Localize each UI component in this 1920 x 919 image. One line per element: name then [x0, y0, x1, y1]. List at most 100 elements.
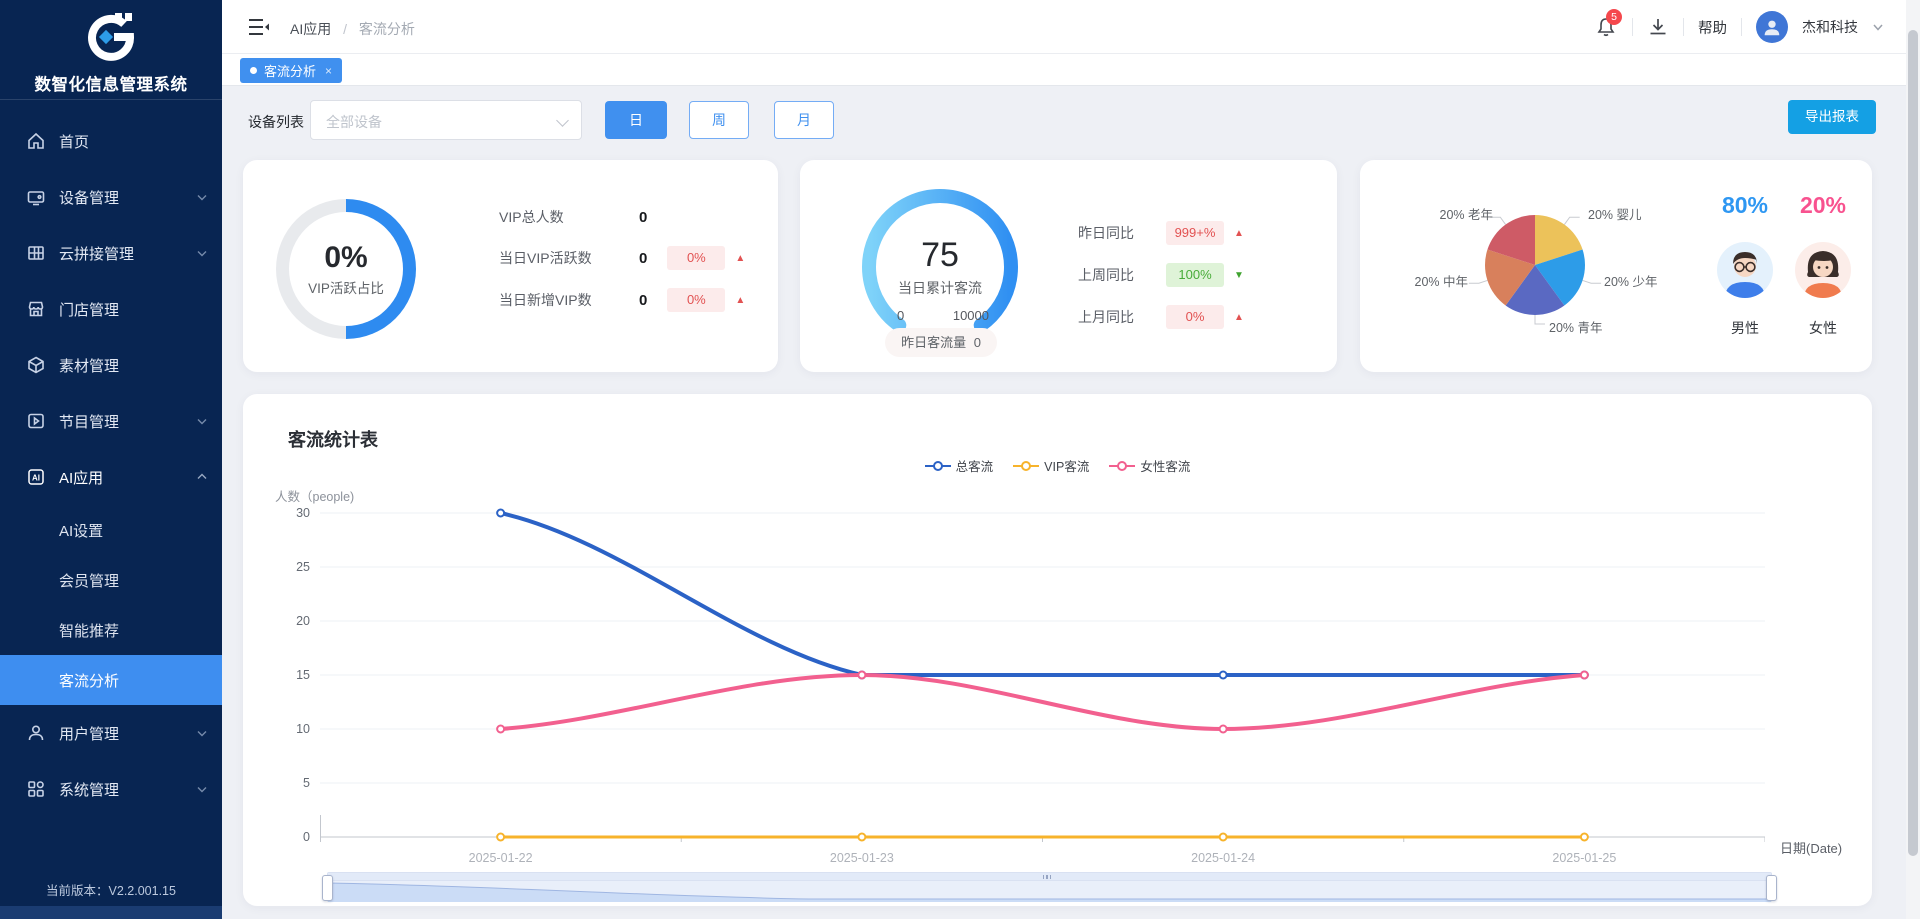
top-header: AI应用 / 客流分析 5 帮助 杰和科技	[222, 0, 1920, 54]
sidebar-item-splicing[interactable]: 云拼接管理	[0, 225, 222, 281]
sidebar-subitem-recommend[interactable]: 智能推荐	[0, 605, 222, 655]
stat-label: 上周同比	[1078, 265, 1158, 285]
sidebar-item-system[interactable]: 系统管理	[0, 761, 222, 817]
menu-collapse-icon[interactable]	[248, 17, 270, 37]
legend-item[interactable]: VIP客流	[1013, 456, 1089, 475]
sidebar-item-materials[interactable]: 素材管理	[0, 337, 222, 393]
sidebar-subitem-label: 智能推荐	[59, 620, 119, 641]
y-tick-label: 10	[270, 721, 310, 737]
sidebar-subitem-ai-settings[interactable]: AI设置	[0, 505, 222, 555]
divider	[1632, 18, 1633, 36]
male-label: 男性	[1700, 318, 1790, 338]
svg-text:AI: AI	[32, 474, 40, 483]
device-icon	[26, 187, 46, 207]
female-percent: 20%	[1778, 192, 1868, 219]
gauge-max: 10000	[953, 308, 989, 323]
main-area: AI应用 / 客流分析 5 帮助 杰和科技	[222, 0, 1920, 919]
tab-strip: 客流分析 ×	[222, 54, 1920, 86]
legend-line-icon	[925, 460, 951, 472]
sidebar-item-label: 云拼接管理	[59, 243, 134, 264]
female-avatar	[1795, 242, 1851, 298]
play-square-icon	[26, 411, 46, 431]
y-tick-label: 20	[270, 613, 310, 629]
user-icon	[26, 723, 46, 743]
pie-label-youth: 20% 青年	[1549, 317, 1603, 336]
scrollbar-thumb[interactable]	[1908, 30, 1918, 856]
pie-label-middle-aged: 20% 中年	[1360, 271, 1468, 290]
vip-ring-center: 0% VIP活跃占比	[289, 212, 403, 326]
trend-badge: 999+%	[1166, 221, 1224, 245]
demographics-card: 20% 老年 20% 婴儿 20% 中年 20% 少年 20% 青年 80% 男…	[1360, 160, 1872, 372]
male-avatar	[1717, 242, 1773, 298]
avatar-person-icon	[1761, 16, 1783, 38]
legend-line-icon	[1013, 460, 1039, 472]
datazoom-move-handle[interactable]	[328, 873, 1771, 881]
sidebar-subitem-label: AI设置	[59, 520, 103, 541]
tab-flow-analysis[interactable]: 客流分析 ×	[240, 58, 342, 83]
daily-flow-card: 75 当日累计客流 0 10000 昨日客流量 0 昨日同比 999+% ▲ 上…	[800, 160, 1337, 372]
trend-badge: 100%	[1166, 263, 1224, 287]
tab-close-icon[interactable]: ×	[325, 64, 332, 78]
trend-badge: 0%	[667, 246, 725, 270]
notification-button[interactable]: 5	[1594, 15, 1618, 39]
trend-arrow-icon: ▲	[735, 253, 745, 264]
app-title: 数智化信息管理系统	[0, 71, 222, 95]
ai-icon: AI	[26, 467, 46, 487]
device-select[interactable]: 全部设备	[310, 100, 582, 140]
datazoom-left-handle[interactable]	[322, 875, 333, 901]
home-icon	[26, 131, 46, 151]
sidebar-item-stores[interactable]: 门店管理	[0, 281, 222, 337]
export-report-button[interactable]: 导出报表	[1788, 100, 1876, 134]
breadcrumb: AI应用 / 客流分析	[290, 19, 415, 39]
pie-label-infant: 20% 婴儿	[1588, 204, 1642, 223]
daily-flow-value: 75	[890, 236, 990, 275]
stat-row: 当日VIP活跃数 0 0% ▲	[499, 246, 759, 270]
chevron-down-icon	[196, 415, 208, 427]
sidebar-subitem-label: 客流分析	[59, 670, 119, 691]
avatar[interactable]	[1756, 11, 1788, 43]
sidebar-item-users[interactable]: 用户管理	[0, 705, 222, 761]
male-percent: 80%	[1700, 192, 1790, 219]
datazoom-right-handle[interactable]	[1766, 875, 1777, 901]
y-tick-label: 15	[270, 667, 310, 683]
pill-label: 昨日客流量	[901, 335, 966, 350]
sidebar-menu: 首页 设备管理 云拼接管理 门店管理 素材管理 节目管	[0, 113, 222, 817]
x-axis-name: 日期(Date)	[1780, 838, 1842, 857]
legend-item[interactable]: 总客流	[925, 456, 994, 475]
sidebar-item-label: 用户管理	[59, 723, 119, 744]
period-week-button[interactable]: 周	[689, 101, 749, 139]
chevron-up-icon	[196, 471, 208, 483]
datazoom-slider[interactable]	[327, 872, 1772, 902]
sidebar-item-ai[interactable]: AI AI应用	[0, 449, 222, 505]
scrollbar-track	[1906, 0, 1920, 919]
x-tick-label: 2025-01-22	[446, 851, 556, 865]
pill-value: 0	[974, 335, 981, 350]
sidebar-item-programs[interactable]: 节目管理	[0, 393, 222, 449]
period-day-button[interactable]: 日	[605, 101, 667, 139]
period-month-button[interactable]: 月	[774, 101, 834, 139]
stat-label: 当日新增VIP数	[499, 290, 624, 310]
flow-statistics-card: 客流统计表 总客流VIP客流女性客流 人数（people) 3025201510…	[243, 394, 1872, 906]
legend-item[interactable]: 女性客流	[1109, 456, 1190, 475]
company-name[interactable]: 杰和科技	[1802, 17, 1858, 37]
notification-badge: 5	[1606, 9, 1622, 25]
help-link[interactable]: 帮助	[1698, 17, 1727, 38]
tab-active-dot	[250, 67, 257, 74]
chevron-down-icon[interactable]	[1872, 21, 1884, 33]
legend-label: 总客流	[956, 456, 994, 475]
sidebar-subitem-members[interactable]: 会员管理	[0, 555, 222, 605]
x-tick-label: 2025-01-23	[807, 851, 917, 865]
vip-ring-chart: 0% VIP活跃占比	[276, 199, 416, 339]
breadcrumb-parent[interactable]: AI应用	[290, 21, 331, 37]
download-icon[interactable]	[1647, 16, 1669, 38]
sidebar-item-devices[interactable]: 设备管理	[0, 169, 222, 225]
sidebar-subitem-flow-analysis[interactable]: 客流分析	[0, 655, 222, 705]
sidebar-item-home[interactable]: 首页	[0, 113, 222, 169]
trend-arrow-icon: ▲	[735, 295, 745, 306]
sidebar-item-label: AI应用	[59, 467, 103, 488]
stat-row: 当日新增VIP数 0 0% ▲	[499, 288, 759, 312]
pie-label-elderly: 20% 老年	[1360, 204, 1493, 223]
header-actions: 5 帮助 杰和科技	[1594, 0, 1884, 54]
datazoom-shadow	[328, 881, 1771, 902]
trend-arrow-icon: ▲	[1234, 228, 1244, 239]
